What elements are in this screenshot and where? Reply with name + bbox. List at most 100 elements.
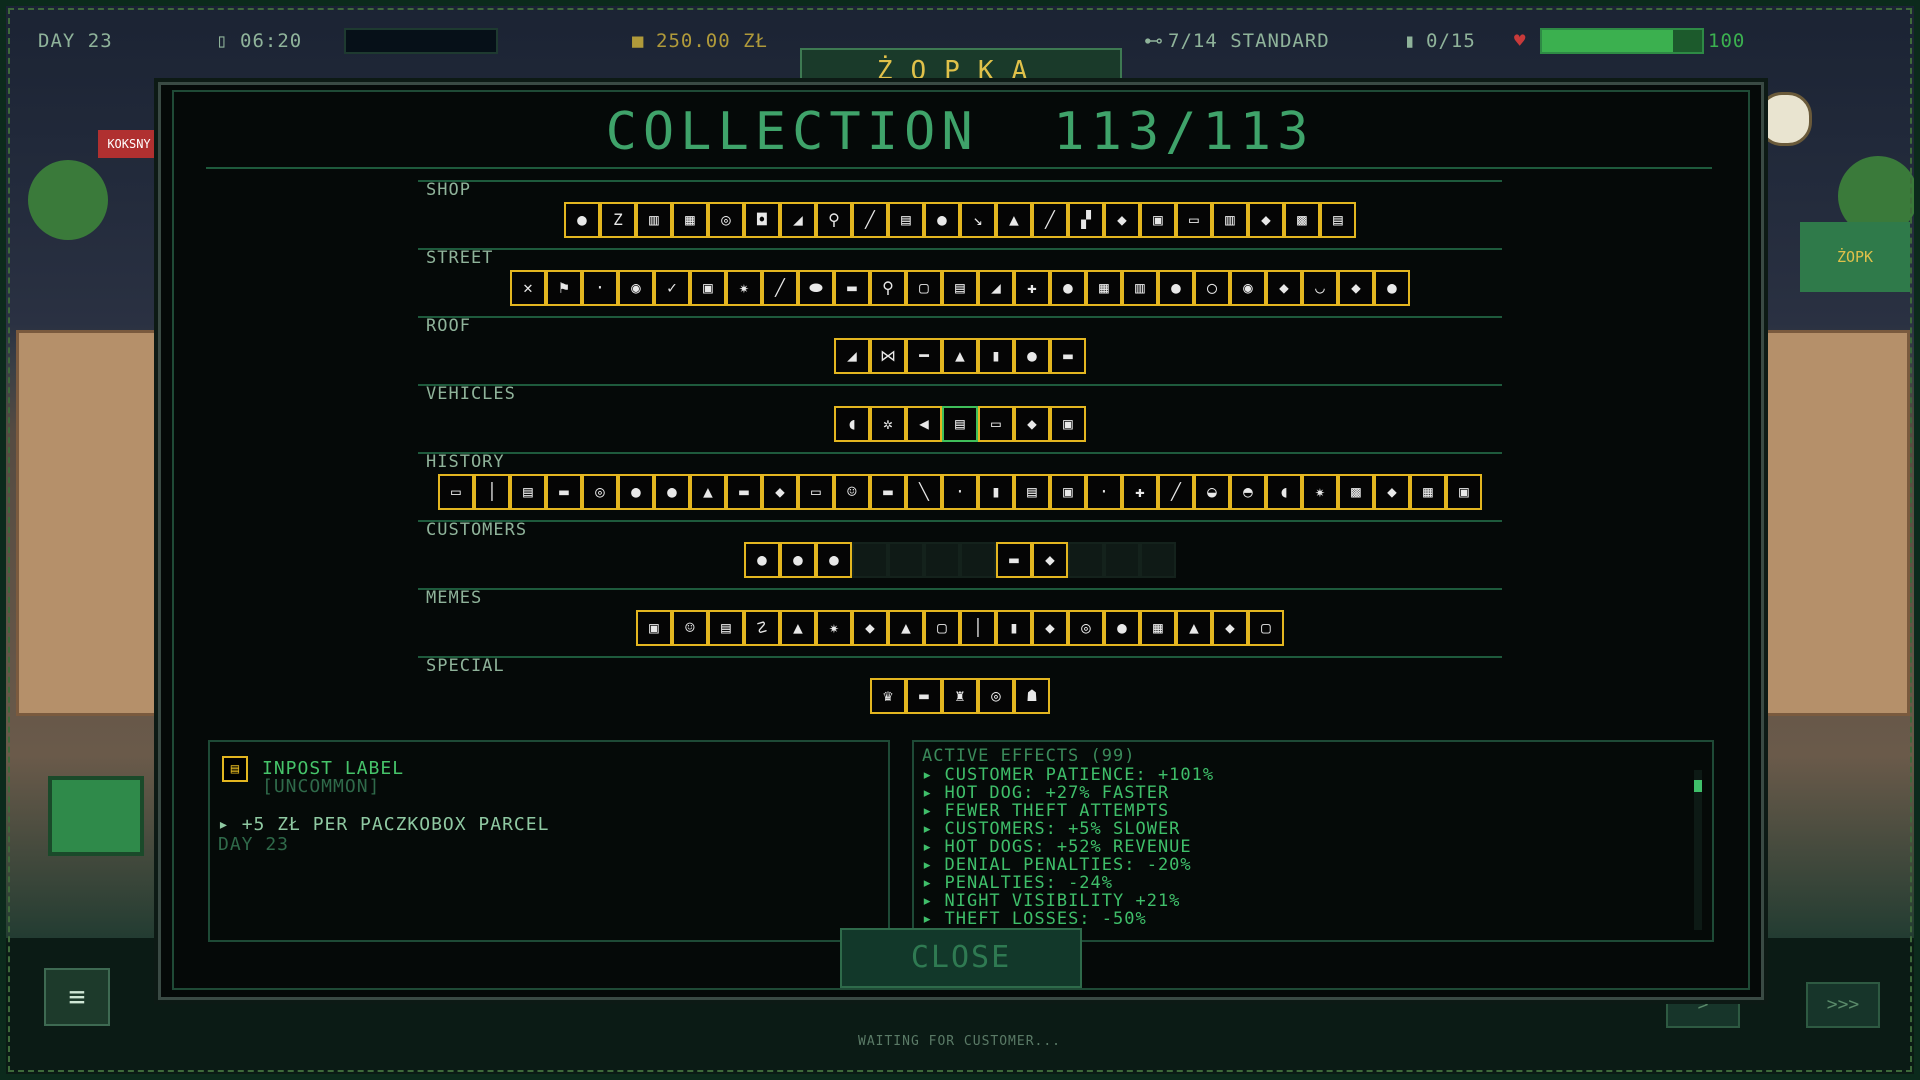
collection-item-slot[interactable]: ◉ xyxy=(1230,270,1266,306)
collection-item-slot[interactable]: ▢ xyxy=(1248,610,1284,646)
collection-item-slot[interactable]: ╱ xyxy=(762,270,798,306)
collection-item-slot[interactable]: ● xyxy=(618,474,654,510)
collection-item-slot[interactable]: ◎ xyxy=(978,678,1014,714)
collection-item-slot[interactable]: ☡ xyxy=(744,610,780,646)
collection-item-slot[interactable]: ▣ xyxy=(1446,474,1482,510)
collection-item-slot[interactable]: ▬ xyxy=(726,474,762,510)
collection-item-slot[interactable]: ▮ xyxy=(978,338,1014,374)
collection-item-slot[interactable]: ✷ xyxy=(1302,474,1338,510)
collection-item-slot[interactable]: ✷ xyxy=(816,610,852,646)
collection-item-slot[interactable]: ▣ xyxy=(1050,406,1086,442)
collection-item-slot[interactable]: ⚲ xyxy=(816,202,852,238)
collection-item-slot[interactable]: ▭ xyxy=(798,474,834,510)
collection-item-slot[interactable]: ◓ xyxy=(1230,474,1266,510)
collection-item-slot[interactable]: ╱ xyxy=(1158,474,1194,510)
collection-item-slot[interactable]: ▬ xyxy=(996,542,1032,578)
collection-item-slot[interactable]: ▲ xyxy=(780,610,816,646)
collection-item-slot[interactable]: ⚑ xyxy=(546,270,582,306)
collection-item-slot[interactable]: ☺ xyxy=(672,610,708,646)
collection-item-slot[interactable]: ◆ xyxy=(1032,610,1068,646)
locked-item-slot[interactable] xyxy=(1140,542,1176,578)
collection-item-slot[interactable]: ◎ xyxy=(1068,610,1104,646)
collection-item-slot[interactable]: ╱ xyxy=(1032,202,1068,238)
collection-item-slot[interactable]: ▤ xyxy=(942,270,978,306)
collection-item-slot[interactable]: · xyxy=(582,270,618,306)
collection-item-slot[interactable]: ▬ xyxy=(906,678,942,714)
collection-item-slot[interactable]: │ xyxy=(474,474,510,510)
collection-item-slot[interactable]: ▲ xyxy=(888,610,924,646)
collection-item-slot[interactable]: ▣ xyxy=(1050,474,1086,510)
collection-item-slot[interactable]: ▭ xyxy=(1176,202,1212,238)
collection-item-slot[interactable]: ◢ xyxy=(978,270,1014,306)
collection-item-slot[interactable]: ▤ xyxy=(510,474,546,510)
collection-item-slot[interactable]: ♜ xyxy=(942,678,978,714)
collection-item-slot[interactable]: ▤ xyxy=(1320,202,1356,238)
collection-item-slot[interactable]: ▞ xyxy=(1068,202,1104,238)
collection-item-slot[interactable]: ▤ xyxy=(942,406,978,442)
collection-item-slot[interactable]: ● xyxy=(744,542,780,578)
locked-item-slot[interactable] xyxy=(888,542,924,578)
collection-item-slot[interactable]: ◆ xyxy=(1032,542,1068,578)
collection-item-slot[interactable]: ▩ xyxy=(1338,474,1374,510)
collection-item-slot[interactable]: ◆ xyxy=(1104,202,1140,238)
collection-item-slot[interactable]: ▲ xyxy=(690,474,726,510)
effects-scrollbar[interactable] xyxy=(1694,770,1702,930)
locked-item-slot[interactable] xyxy=(1068,542,1104,578)
collection-item-slot[interactable]: ▥ xyxy=(636,202,672,238)
collection-item-slot[interactable]: ◒ xyxy=(1194,474,1230,510)
scroll-thumb[interactable] xyxy=(1694,780,1702,792)
collection-item-slot[interactable]: ╲ xyxy=(906,474,942,510)
collection-item-slot[interactable]: ▦ xyxy=(672,202,708,238)
collection-item-slot[interactable]: ▦ xyxy=(1140,610,1176,646)
collection-item-slot[interactable]: ✷ xyxy=(726,270,762,306)
collection-item-slot[interactable]: · xyxy=(1086,474,1122,510)
collection-item-slot[interactable]: ● xyxy=(1104,610,1140,646)
collection-item-slot[interactable]: ◆ xyxy=(1212,610,1248,646)
collection-item-slot[interactable]: ✕ xyxy=(510,270,546,306)
collection-item-slot[interactable]: ▬ xyxy=(1050,338,1086,374)
collection-item-slot[interactable]: ◖ xyxy=(834,406,870,442)
collection-item-slot[interactable]: ▣ xyxy=(1140,202,1176,238)
collection-item-slot[interactable]: ▥ xyxy=(1212,202,1248,238)
collection-item-slot[interactable]: ✲ xyxy=(870,406,906,442)
collection-item-slot[interactable]: ◆ xyxy=(1014,406,1050,442)
collection-item-slot[interactable]: ● xyxy=(1374,270,1410,306)
collection-item-slot[interactable]: ● xyxy=(924,202,960,238)
collection-item-slot[interactable]: ▤ xyxy=(1014,474,1050,510)
locked-item-slot[interactable] xyxy=(924,542,960,578)
collection-item-slot[interactable]: ▣ xyxy=(690,270,726,306)
collection-item-slot[interactable]: ◎ xyxy=(708,202,744,238)
collection-item-slot[interactable]: ◆ xyxy=(1248,202,1284,238)
close-button[interactable]: CLOSE xyxy=(840,928,1082,988)
collection-item-slot[interactable]: Z xyxy=(600,202,636,238)
collection-item-slot[interactable]: ● xyxy=(1158,270,1194,306)
collection-item-slot[interactable]: ☗ xyxy=(1014,678,1050,714)
collection-item-slot[interactable]: ● xyxy=(564,202,600,238)
collection-item-slot[interactable]: ▢ xyxy=(906,270,942,306)
collection-item-slot[interactable]: ◖ xyxy=(1266,474,1302,510)
collection-item-slot[interactable]: ♛ xyxy=(870,678,906,714)
collection-item-slot[interactable]: ▬ xyxy=(834,270,870,306)
collection-item-slot[interactable]: ◢ xyxy=(834,338,870,374)
collection-item-slot[interactable]: ╱ xyxy=(852,202,888,238)
collection-item-slot[interactable]: ◆ xyxy=(762,474,798,510)
collection-item-slot[interactable]: ▤ xyxy=(888,202,924,238)
collection-item-slot[interactable]: ◆ xyxy=(1338,270,1374,306)
collection-item-slot[interactable]: ▥ xyxy=(1122,270,1158,306)
collection-item-slot[interactable]: ▦ xyxy=(1086,270,1122,306)
collection-item-slot[interactable]: ✚ xyxy=(1122,474,1158,510)
collection-item-slot[interactable]: ▭ xyxy=(978,406,1014,442)
collection-item-slot[interactable]: ◆ xyxy=(1374,474,1410,510)
locked-item-slot[interactable] xyxy=(852,542,888,578)
collection-item-slot[interactable]: ◉ xyxy=(618,270,654,306)
collection-item-slot[interactable]: ▦ xyxy=(1410,474,1446,510)
collection-item-slot[interactable]: ▬ xyxy=(870,474,906,510)
collection-item-slot[interactable]: ◆ xyxy=(852,610,888,646)
collection-item-slot[interactable]: ▭ xyxy=(438,474,474,510)
collection-item-slot[interactable]: ◆ xyxy=(1266,270,1302,306)
collection-item-slot[interactable]: ✚ xyxy=(1014,270,1050,306)
collection-item-slot[interactable]: ↘ xyxy=(960,202,996,238)
collection-item-slot[interactable]: ▤ xyxy=(708,610,744,646)
collection-item-slot[interactable]: ◯ xyxy=(1194,270,1230,306)
collection-item-slot[interactable]: ⋈ xyxy=(870,338,906,374)
